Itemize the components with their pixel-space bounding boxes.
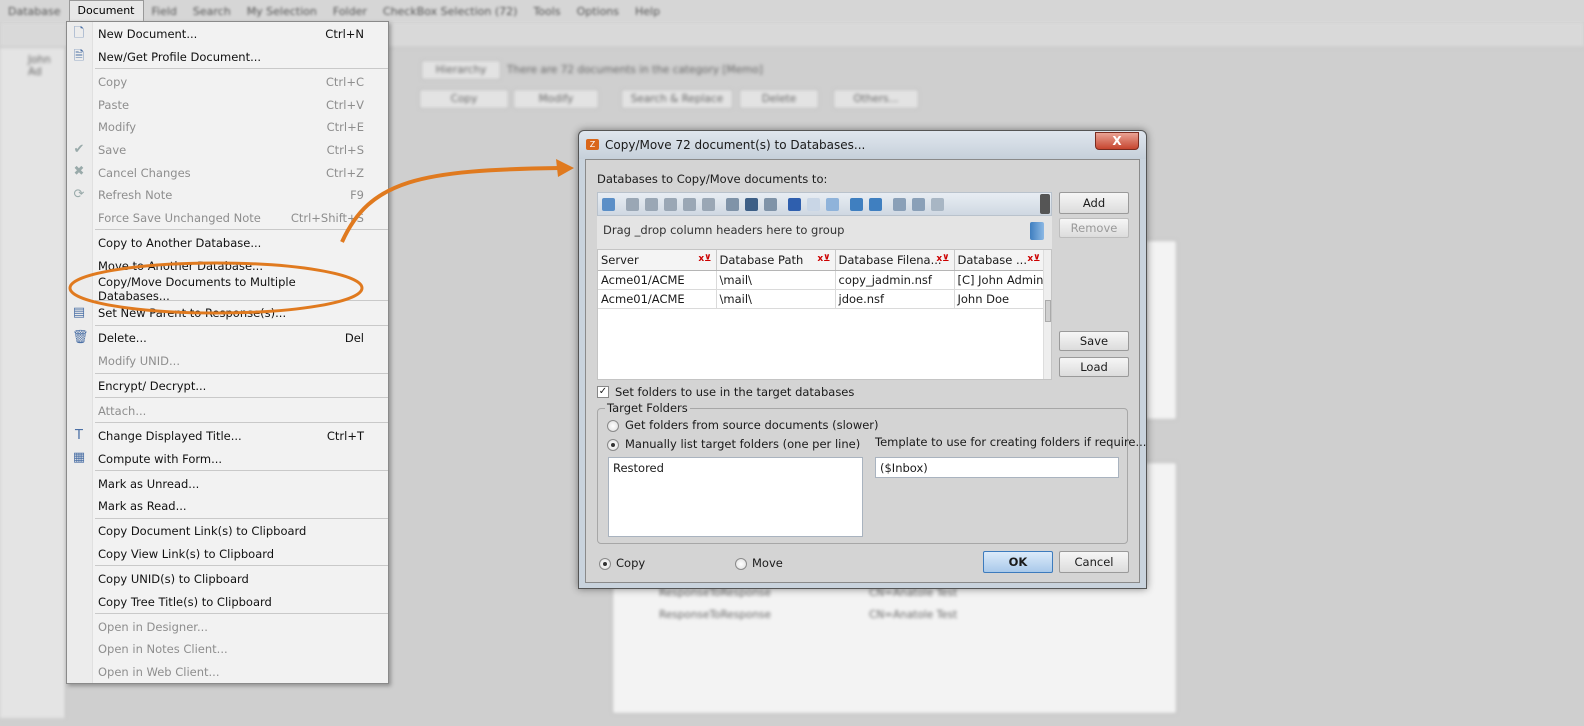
- group-hint: Drag _drop column headers here to group: [603, 223, 845, 237]
- move-column-icon[interactable]: [683, 198, 696, 211]
- toolbar-overflow-icon[interactable]: [1040, 194, 1050, 214]
- trash-icon[interactable]: [1030, 222, 1044, 240]
- zoom-in-icon[interactable]: [893, 198, 906, 211]
- highlight-ellipse: [68, 261, 364, 315]
- column-both-icon[interactable]: [745, 198, 758, 211]
- ok-button[interactable]: OK: [983, 551, 1053, 573]
- paste-icon[interactable]: [826, 198, 839, 211]
- copy-icon[interactable]: [807, 198, 820, 211]
- annotation-arrow-line: [340, 166, 561, 243]
- cancel-button[interactable]: Cancel: [1059, 551, 1129, 573]
- add-row-icon[interactable]: [626, 198, 639, 211]
- table-cell: \mail\: [716, 270, 836, 290]
- add-button[interactable]: Add: [1059, 192, 1129, 214]
- databases-label: Databases to Copy/Move documents to:: [597, 172, 828, 186]
- radio-copy-label: Copy: [616, 556, 646, 570]
- template-input[interactable]: ($Inbox): [875, 457, 1119, 478]
- column-header[interactable]: Database Path x⊻: [716, 250, 836, 271]
- table-cell: \mail\: [716, 289, 836, 309]
- column-header[interactable]: Database Filena... x⊻: [835, 250, 955, 271]
- column-header-label: Database ...: [957, 252, 1028, 267]
- dialog-titlebar[interactable]: Z Copy/Move 72 document(s) to Databases.…: [579, 131, 1146, 159]
- radio-move[interactable]: [735, 558, 747, 570]
- databases-grid: Server x⊻ Database Path x⊻ Database Filena..…: [597, 249, 1052, 380]
- table-row[interactable]: Acme01/ACME \mail\ jdoe.nsf John Doe: [598, 289, 1046, 309]
- app-icon: Z: [586, 139, 599, 150]
- filter-icon[interactable]: x⊻: [817, 254, 830, 264]
- save-button[interactable]: Save: [1059, 331, 1129, 351]
- insert-column-icon[interactable]: [664, 198, 677, 211]
- dialog-body: Databases to Copy/Move documents to: Dra…: [585, 159, 1146, 583]
- folders-textarea[interactable]: Restored: [608, 457, 863, 537]
- copy-move-dialog: Z Copy/Move 72 document(s) to Databases.…: [578, 130, 1147, 589]
- column-header-label: Server: [601, 252, 639, 267]
- filter-icon[interactable]: x⊻: [936, 254, 949, 264]
- column-header[interactable]: Database ... x⊻: [954, 250, 1046, 271]
- import-icon[interactable]: [869, 198, 882, 211]
- radio-manual-label: Manually list target folders (one per li…: [625, 437, 861, 451]
- remove-row-icon[interactable]: [645, 198, 658, 211]
- table-cell: jdoe.nsf: [835, 289, 955, 309]
- grid-toolbar: [597, 192, 1052, 216]
- column-left-icon[interactable]: [726, 198, 739, 211]
- set-folders-checkbox[interactable]: ✓: [597, 386, 609, 398]
- column-header[interactable]: Server x⊻: [598, 250, 717, 271]
- target-folders-group: Target Folders Get folders from source d…: [597, 401, 1146, 544]
- group-by-area[interactable]: Drag _drop column headers here to group: [597, 216, 1052, 249]
- radio-move-label: Move: [752, 556, 783, 570]
- zoom-out-icon[interactable]: [931, 198, 944, 211]
- radio-manual-folders[interactable]: [607, 439, 619, 451]
- remove-button[interactable]: Remove: [1059, 218, 1129, 238]
- close-button[interactable]: X: [1095, 132, 1139, 150]
- table-cell: John Doe: [954, 289, 1046, 309]
- table-cell: Acme01/ACME: [598, 289, 717, 309]
- radio-source-folders[interactable]: [607, 420, 619, 432]
- grid-scrollbar[interactable]: [1043, 250, 1051, 379]
- table-row[interactable]: Acme01/ACME \mail\ copy_jadmin.nsf [C] John…: [598, 270, 1046, 290]
- fit-columns-icon[interactable]: [702, 198, 715, 211]
- set-folders-label: Set folders to use in the target databas…: [615, 385, 855, 399]
- export-icon[interactable]: [850, 198, 863, 211]
- column-right-icon[interactable]: [764, 198, 777, 211]
- filter-icon[interactable]: x⊻: [698, 254, 711, 264]
- scrollbar-thumb[interactable]: [1045, 300, 1051, 322]
- annotation-arrow-head: [556, 159, 574, 177]
- column-header-label: Database Path: [719, 252, 804, 267]
- radio-copy[interactable]: [599, 558, 611, 570]
- dialog-title: Copy/Move 72 document(s) to Databases...: [605, 138, 866, 152]
- column-header-label: Database Filena...: [838, 252, 942, 267]
- target-folders-legend: Target Folders: [605, 401, 690, 415]
- grid-settings-icon[interactable]: [602, 198, 615, 211]
- table-cell: copy_jadmin.nsf: [835, 270, 955, 290]
- table-cell: Acme01/ACME: [598, 270, 717, 290]
- table-cell: [C] John Admin: [954, 270, 1046, 290]
- load-button[interactable]: Load: [1059, 357, 1129, 377]
- zoom-reset-icon[interactable]: [912, 198, 925, 211]
- radio-source-label: Get folders from source documents (slowe…: [625, 418, 879, 432]
- template-label: Template to use for creating folders if …: [875, 435, 1147, 449]
- select-all-icon[interactable]: [788, 198, 801, 211]
- filter-icon[interactable]: x⊻: [1027, 254, 1040, 264]
